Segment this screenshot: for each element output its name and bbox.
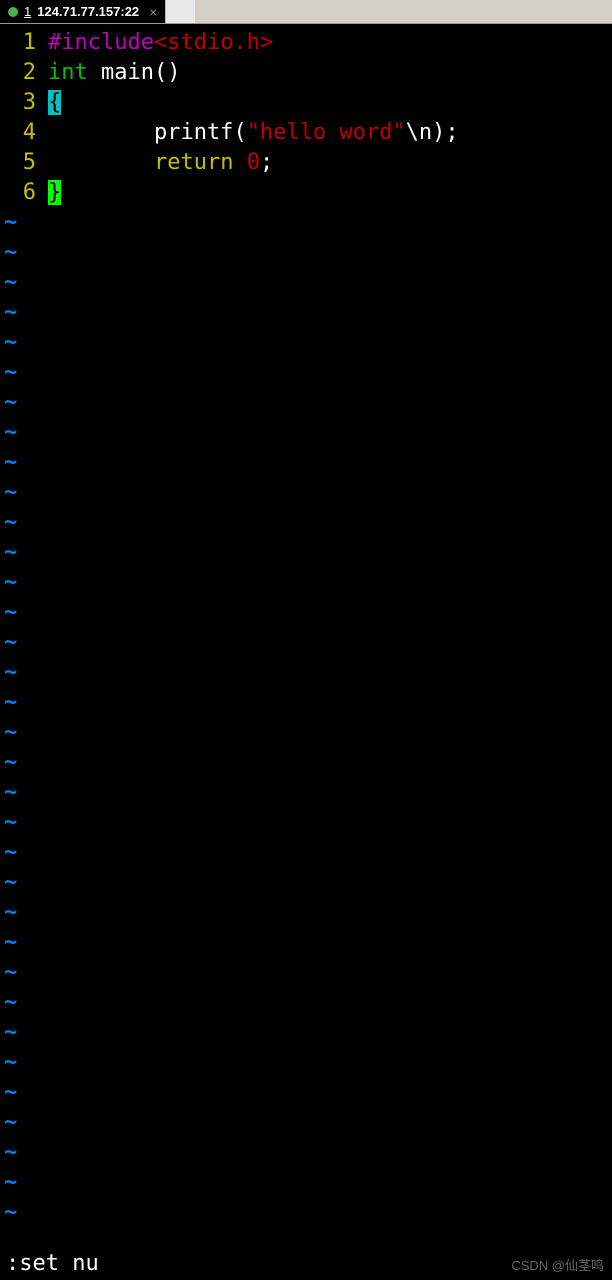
code-token: #include bbox=[48, 30, 154, 55]
empty-line-marker: ~ bbox=[0, 358, 612, 388]
code-token: ( bbox=[233, 120, 246, 145]
code-line[interactable]: 3{ bbox=[0, 88, 612, 118]
code-token: int bbox=[48, 60, 88, 85]
empty-line-marker: ~ bbox=[0, 328, 612, 358]
empty-line-marker: ~ bbox=[0, 478, 612, 508]
empty-line-marker: ~ bbox=[0, 418, 612, 448]
code-token: <stdio.h> bbox=[154, 30, 273, 55]
empty-line-marker: ~ bbox=[0, 1108, 612, 1138]
code-line[interactable]: 6} bbox=[0, 178, 612, 208]
code-token: main bbox=[88, 60, 154, 85]
empty-line-marker: ~ bbox=[0, 1138, 612, 1168]
empty-line-marker: ~ bbox=[0, 1048, 612, 1078]
code-line[interactable]: 1#include<stdio.h> bbox=[0, 28, 612, 58]
empty-line-marker: ~ bbox=[0, 838, 612, 868]
empty-line-marker: ~ bbox=[0, 658, 612, 688]
code-token: printf bbox=[48, 120, 233, 145]
tab-title: 124.71.77.157:22 bbox=[37, 4, 139, 19]
empty-line-marker: ~ bbox=[0, 718, 612, 748]
watermark: CSDN @仙茎鸣 bbox=[511, 1255, 604, 1274]
empty-line-marker: ~ bbox=[0, 748, 612, 778]
empty-line-marker: ~ bbox=[0, 388, 612, 418]
code-token bbox=[233, 150, 246, 175]
code-token: return bbox=[154, 150, 233, 175]
empty-line-marker: ~ bbox=[0, 598, 612, 628]
empty-line-marker: ~ bbox=[0, 778, 612, 808]
line-number: 1 bbox=[0, 28, 48, 58]
code-content[interactable]: int main() bbox=[48, 58, 180, 88]
tab-number: 1 bbox=[24, 4, 31, 19]
empty-line-marker: ~ bbox=[0, 958, 612, 988]
editor-area[interactable]: 1#include<stdio.h>2int main()3{4 printf(… bbox=[0, 24, 612, 1247]
empty-line-marker: ~ bbox=[0, 928, 612, 958]
tab-bar: 1 124.71.77.157:22 × bbox=[0, 0, 612, 24]
empty-line-marker: ~ bbox=[0, 988, 612, 1018]
tab-new[interactable] bbox=[165, 0, 195, 23]
empty-line-marker: ~ bbox=[0, 688, 612, 718]
line-number: 4 bbox=[0, 118, 48, 148]
code-token: \n); bbox=[406, 120, 459, 145]
empty-line-marker: ~ bbox=[0, 628, 612, 658]
empty-line-marker: ~ bbox=[0, 568, 612, 598]
code-content[interactable]: { bbox=[48, 88, 61, 118]
line-number: 2 bbox=[0, 58, 48, 88]
empty-line-marker: ~ bbox=[0, 538, 612, 568]
code-token: "hello word" bbox=[247, 120, 406, 145]
close-icon[interactable]: × bbox=[149, 4, 157, 20]
code-content[interactable]: #include<stdio.h> bbox=[48, 28, 273, 58]
code-content[interactable]: printf("hello word"\n); bbox=[48, 118, 459, 148]
empty-line-marker: ~ bbox=[0, 1168, 612, 1198]
empty-line-marker: ~ bbox=[0, 868, 612, 898]
empty-line-marker: ~ bbox=[0, 1198, 612, 1228]
code-token bbox=[48, 150, 154, 175]
code-content[interactable]: } bbox=[48, 178, 61, 208]
code-token: () bbox=[154, 60, 181, 85]
code-line[interactable]: 4 printf("hello word"\n); bbox=[0, 118, 612, 148]
empty-line-marker: ~ bbox=[0, 508, 612, 538]
line-number: 5 bbox=[0, 148, 48, 178]
code-token: { bbox=[48, 90, 61, 115]
empty-line-marker: ~ bbox=[0, 298, 612, 328]
empty-line-marker: ~ bbox=[0, 898, 612, 928]
empty-line-marker: ~ bbox=[0, 238, 612, 268]
empty-line-marker: ~ bbox=[0, 208, 612, 238]
code-token: ; bbox=[260, 150, 273, 175]
empty-line-marker: ~ bbox=[0, 1078, 612, 1108]
code-line[interactable]: 5 return 0; bbox=[0, 148, 612, 178]
code-line[interactable]: 2int main() bbox=[0, 58, 612, 88]
code-content[interactable]: return 0; bbox=[48, 148, 273, 178]
empty-line-marker: ~ bbox=[0, 1018, 612, 1048]
line-number: 6 bbox=[0, 178, 48, 208]
status-dot-icon bbox=[8, 7, 18, 17]
empty-line-marker: ~ bbox=[0, 268, 612, 298]
empty-line-marker: ~ bbox=[0, 808, 612, 838]
empty-line-marker: ~ bbox=[0, 448, 612, 478]
tab-active[interactable]: 1 124.71.77.157:22 × bbox=[0, 0, 165, 23]
line-number: 3 bbox=[0, 88, 48, 118]
code-token: } bbox=[48, 180, 61, 205]
code-token: 0 bbox=[247, 150, 260, 175]
